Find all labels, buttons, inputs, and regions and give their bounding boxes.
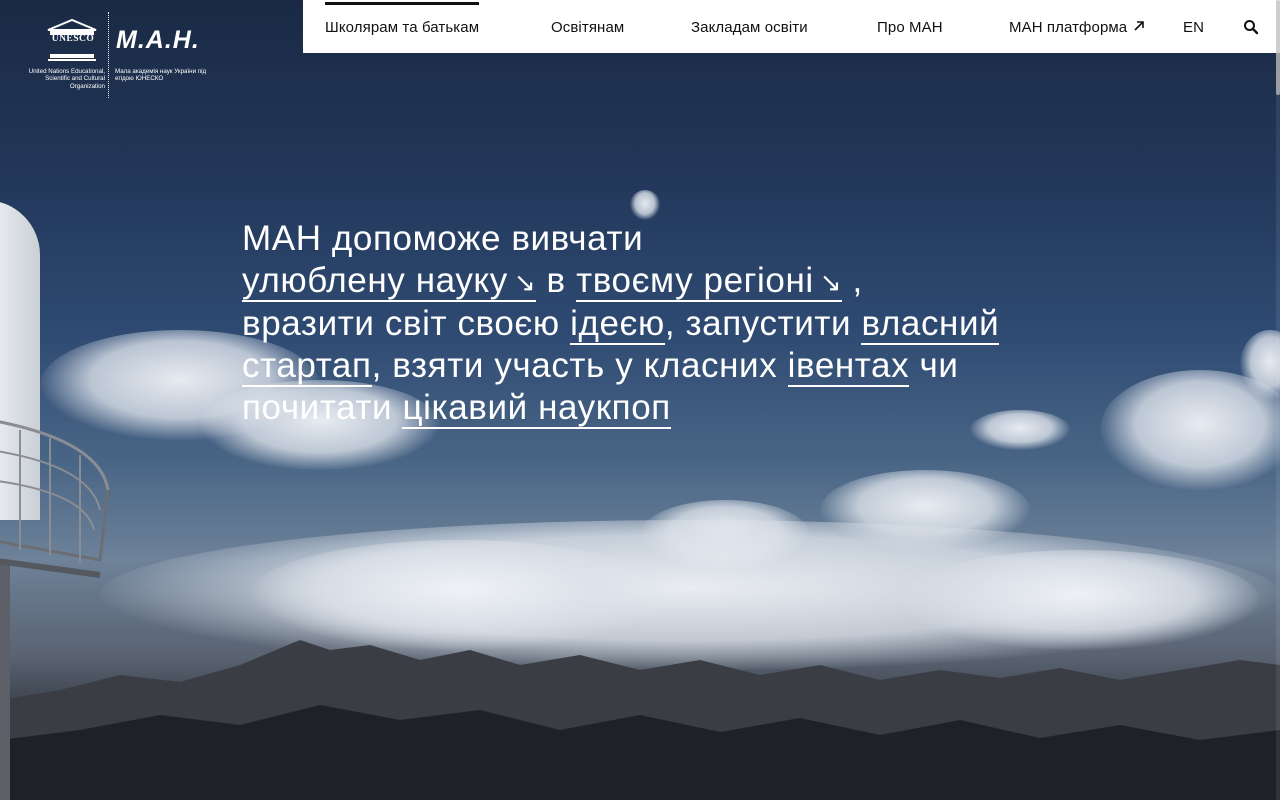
link-events[interactable]: івентах — [787, 346, 910, 387]
logo-divider — [108, 12, 110, 98]
text-impress: вразити світ своєю — [242, 304, 560, 343]
page-scrollbar[interactable] — [1276, 0, 1280, 800]
link-own-startup[interactable]: власний — [861, 304, 1000, 345]
text-launch: , запустити — [664, 304, 852, 343]
search-icon[interactable] — [1243, 19, 1259, 35]
unesco-caption: United Nations Educational, Scientific a… — [28, 68, 105, 90]
link-idea[interactable]: ідеєю — [570, 304, 665, 345]
nav-man-platform-label: МАН платформа — [1009, 19, 1128, 36]
nav-about-man[interactable]: Про МАН — [877, 0, 943, 53]
word-in: в — [546, 261, 566, 300]
scrollbar-thumb[interactable] — [1276, 0, 1280, 95]
language-switch-en[interactable]: EN — [1183, 0, 1204, 53]
arrow-down-right-icon: ↘ — [819, 267, 843, 297]
text-read: почитати — [242, 388, 393, 427]
nav-students-parents[interactable]: Школярам та батькам — [325, 0, 480, 53]
comma: , — [852, 261, 863, 300]
mountain-range — [0, 640, 1280, 800]
text-join: , взяти участь у класних — [371, 346, 778, 385]
site-logo[interactable]: UNESCO М.А.Н. United Nations Educational… — [14, 10, 234, 100]
hero-headline: МАН допоможе вивчати улюблену науку ↘ в т… — [242, 218, 1142, 429]
tower-railing — [0, 420, 110, 578]
man-caption: Мала академія наук України під егідою ЮН… — [115, 68, 207, 83]
text-or: чи — [919, 346, 959, 385]
arrow-up-right-icon — [1133, 21, 1144, 31]
nav-man-platform[interactable]: МАН платформа — [1009, 0, 1145, 53]
nav-institutions[interactable]: Закладам освіти — [691, 0, 808, 53]
unesco-wordmark: UNESCO — [51, 34, 95, 44]
link-your-region-label: твоєму регіоні — [576, 261, 814, 300]
man-wordmark: М.А.Н. — [116, 26, 200, 54]
headline-intro: МАН допоможе вивчати — [242, 219, 644, 258]
link-favorite-science[interactable]: улюблену науку ↘ — [242, 261, 537, 302]
link-your-region[interactable]: твоєму регіоні ↘ — [576, 261, 843, 302]
cloud — [630, 190, 660, 220]
nav-educators[interactable]: Освітянам — [551, 0, 624, 53]
tower-pole — [0, 560, 10, 800]
link-startup[interactable]: стартап — [242, 346, 372, 387]
link-popular-science[interactable]: цікавий наукпоп — [402, 388, 671, 429]
arrow-down-right-icon: ↘ — [513, 267, 537, 297]
link-favorite-science-label: улюблену науку — [242, 261, 508, 300]
